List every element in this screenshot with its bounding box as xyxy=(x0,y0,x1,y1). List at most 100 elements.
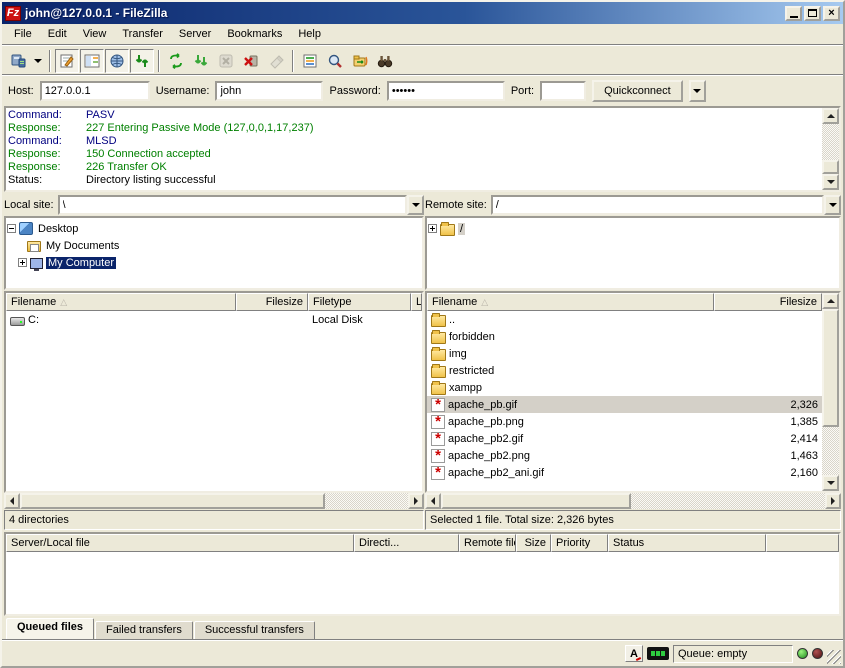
local-file-list: Filename Filesize Filetype L C: Local Di… xyxy=(4,291,424,493)
host-input[interactable] xyxy=(40,81,150,101)
speed-limit-indicator-icon[interactable] xyxy=(647,647,669,660)
local-file-row[interactable]: C: Local Disk xyxy=(6,311,422,328)
scrollbar-thumb[interactable] xyxy=(822,309,839,427)
maximize-button[interactable] xyxy=(804,6,821,21)
remote-site-dropdown-button[interactable] xyxy=(824,195,841,215)
remote-tree[interactable]: / xyxy=(425,216,841,290)
scroll-down-button[interactable] xyxy=(822,174,839,190)
menu-view[interactable]: View xyxy=(75,25,115,43)
column-header-server-local-file[interactable]: Server/Local file xyxy=(6,534,354,552)
scrollbar-thumb[interactable] xyxy=(441,493,631,509)
transfer-type-indicator-icon[interactable]: A xyxy=(625,645,643,662)
remote-vertical-scrollbar[interactable] xyxy=(822,293,839,491)
remote-list-body[interactable]: .. forbidden img restricted xyxy=(427,311,822,491)
remote-file-row[interactable]: *apache_pb2_ani.gif 2,160 xyxy=(427,464,822,481)
tree-item-my-documents[interactable]: My Documents xyxy=(7,237,421,254)
port-input[interactable] xyxy=(540,81,586,101)
scroll-up-button[interactable] xyxy=(822,108,839,124)
reconnect-button[interactable] xyxy=(264,49,288,73)
port-label: Port: xyxy=(511,85,534,97)
title-bar[interactable]: Fz john@127.0.0.1 - FileZilla × xyxy=(2,2,843,24)
remote-file-row[interactable]: *apache_pb.png 1,385 xyxy=(427,413,822,430)
scroll-left-button[interactable] xyxy=(4,493,20,509)
scroll-down-button[interactable] xyxy=(822,475,839,491)
toggle-message-log-button[interactable] xyxy=(55,49,79,73)
column-header-size[interactable]: Size xyxy=(516,534,551,552)
collapse-icon[interactable] xyxy=(7,224,16,233)
column-header-filesize[interactable]: Filesize xyxy=(236,293,308,311)
tab-queued-files[interactable]: Queued files xyxy=(6,618,94,640)
local-tree[interactable]: Desktop My Documents My Computer xyxy=(4,216,424,290)
menu-bookmarks[interactable]: Bookmarks xyxy=(219,25,290,43)
directory-comparison-button[interactable] xyxy=(323,49,347,73)
remote-file-row[interactable]: xampp xyxy=(427,379,822,396)
menu-file[interactable]: File xyxy=(6,25,40,43)
local-list-body[interactable]: C: Local Disk xyxy=(6,311,422,491)
toggle-tree-view-button[interactable] xyxy=(80,49,104,73)
remote-horizontal-scrollbar[interactable] xyxy=(425,493,841,509)
scroll-right-button[interactable] xyxy=(408,493,424,509)
minimize-button[interactable] xyxy=(785,6,802,21)
column-header-filetype[interactable]: Filetype xyxy=(308,293,411,311)
toggle-remote-tree-view-button[interactable] xyxy=(105,49,129,73)
find-files-button[interactable] xyxy=(373,49,397,73)
column-header-priority[interactable]: Priority xyxy=(551,534,608,552)
tab-successful-transfers[interactable]: Successful transfers xyxy=(194,621,315,640)
quickconnect-button[interactable]: Quickconnect xyxy=(592,80,683,102)
menu-edit[interactable]: Edit xyxy=(40,25,75,43)
synchronized-browsing-button[interactable] xyxy=(348,49,372,73)
scroll-up-button[interactable] xyxy=(822,293,839,309)
refresh-button[interactable] xyxy=(164,49,188,73)
scrollbar-thumb[interactable] xyxy=(20,493,325,509)
column-header-filesize[interactable]: Filesize xyxy=(714,293,822,311)
column-header-remote-file[interactable]: Remote file xyxy=(459,534,516,552)
password-input[interactable] xyxy=(387,81,505,101)
column-header-filename[interactable]: Filename xyxy=(427,293,714,311)
scrollbar-thumb[interactable] xyxy=(822,160,839,174)
menu-help[interactable]: Help xyxy=(290,25,329,43)
log-line: Response:227 Entering Passive Mode (127,… xyxy=(8,122,820,135)
process-queue-button[interactable] xyxy=(189,49,213,73)
local-site-dropdown-button[interactable] xyxy=(407,195,424,215)
directory-listing-filters-button[interactable] xyxy=(298,49,322,73)
remote-file-row-selected[interactable]: *apache_pb.gif 2,326 xyxy=(427,396,822,413)
remote-file-row[interactable]: *apache_pb2.png 1,463 xyxy=(427,447,822,464)
queue-list-body[interactable] xyxy=(6,552,839,614)
expand-icon[interactable] xyxy=(428,224,437,233)
process-queue-icon xyxy=(193,53,209,69)
remote-file-row[interactable]: forbidden xyxy=(427,328,822,345)
resize-grip[interactable] xyxy=(827,650,841,664)
site-manager-button[interactable] xyxy=(6,49,30,73)
remote-site-combo[interactable] xyxy=(491,195,841,215)
tree-item-desktop[interactable]: Desktop xyxy=(7,220,421,237)
scroll-right-button[interactable] xyxy=(825,493,841,509)
remote-file-row[interactable]: restricted xyxy=(427,362,822,379)
quickconnect-dropdown-button[interactable] xyxy=(689,80,706,102)
column-header-filename[interactable]: Filename xyxy=(6,293,236,311)
remote-file-row[interactable]: img xyxy=(427,345,822,362)
site-manager-dropdown-button[interactable] xyxy=(31,49,45,73)
log-vertical-scrollbar[interactable] xyxy=(822,108,839,190)
toggle-transfer-queue-button[interactable] xyxy=(130,49,154,73)
remote-site-input[interactable] xyxy=(491,195,824,215)
expand-icon[interactable] xyxy=(18,258,27,267)
remote-file-row[interactable]: *apache_pb2.gif 2,414 xyxy=(427,430,822,447)
remote-file-row[interactable]: .. xyxy=(427,311,822,328)
tree-item-root[interactable]: / xyxy=(428,220,838,237)
column-header-last-modified[interactable]: L xyxy=(411,293,422,311)
menu-transfer[interactable]: Transfer xyxy=(114,25,171,43)
local-horizontal-scrollbar[interactable] xyxy=(4,493,424,509)
local-site-input[interactable] xyxy=(58,195,407,215)
disconnect-button[interactable] xyxy=(239,49,263,73)
local-site-combo[interactable] xyxy=(58,195,424,215)
menu-server[interactable]: Server xyxy=(171,25,219,43)
username-input[interactable] xyxy=(215,81,323,101)
column-header-direction[interactable]: Directi... xyxy=(354,534,459,552)
scroll-left-button[interactable] xyxy=(425,493,441,509)
queue-header: Server/Local file Directi... Remote file… xyxy=(6,534,839,552)
close-button[interactable]: × xyxy=(823,6,840,21)
tree-item-my-computer[interactable]: My Computer xyxy=(7,254,421,271)
cancel-operation-button[interactable] xyxy=(214,49,238,73)
column-header-status[interactable]: Status xyxy=(608,534,766,552)
tab-failed-transfers[interactable]: Failed transfers xyxy=(95,621,193,640)
